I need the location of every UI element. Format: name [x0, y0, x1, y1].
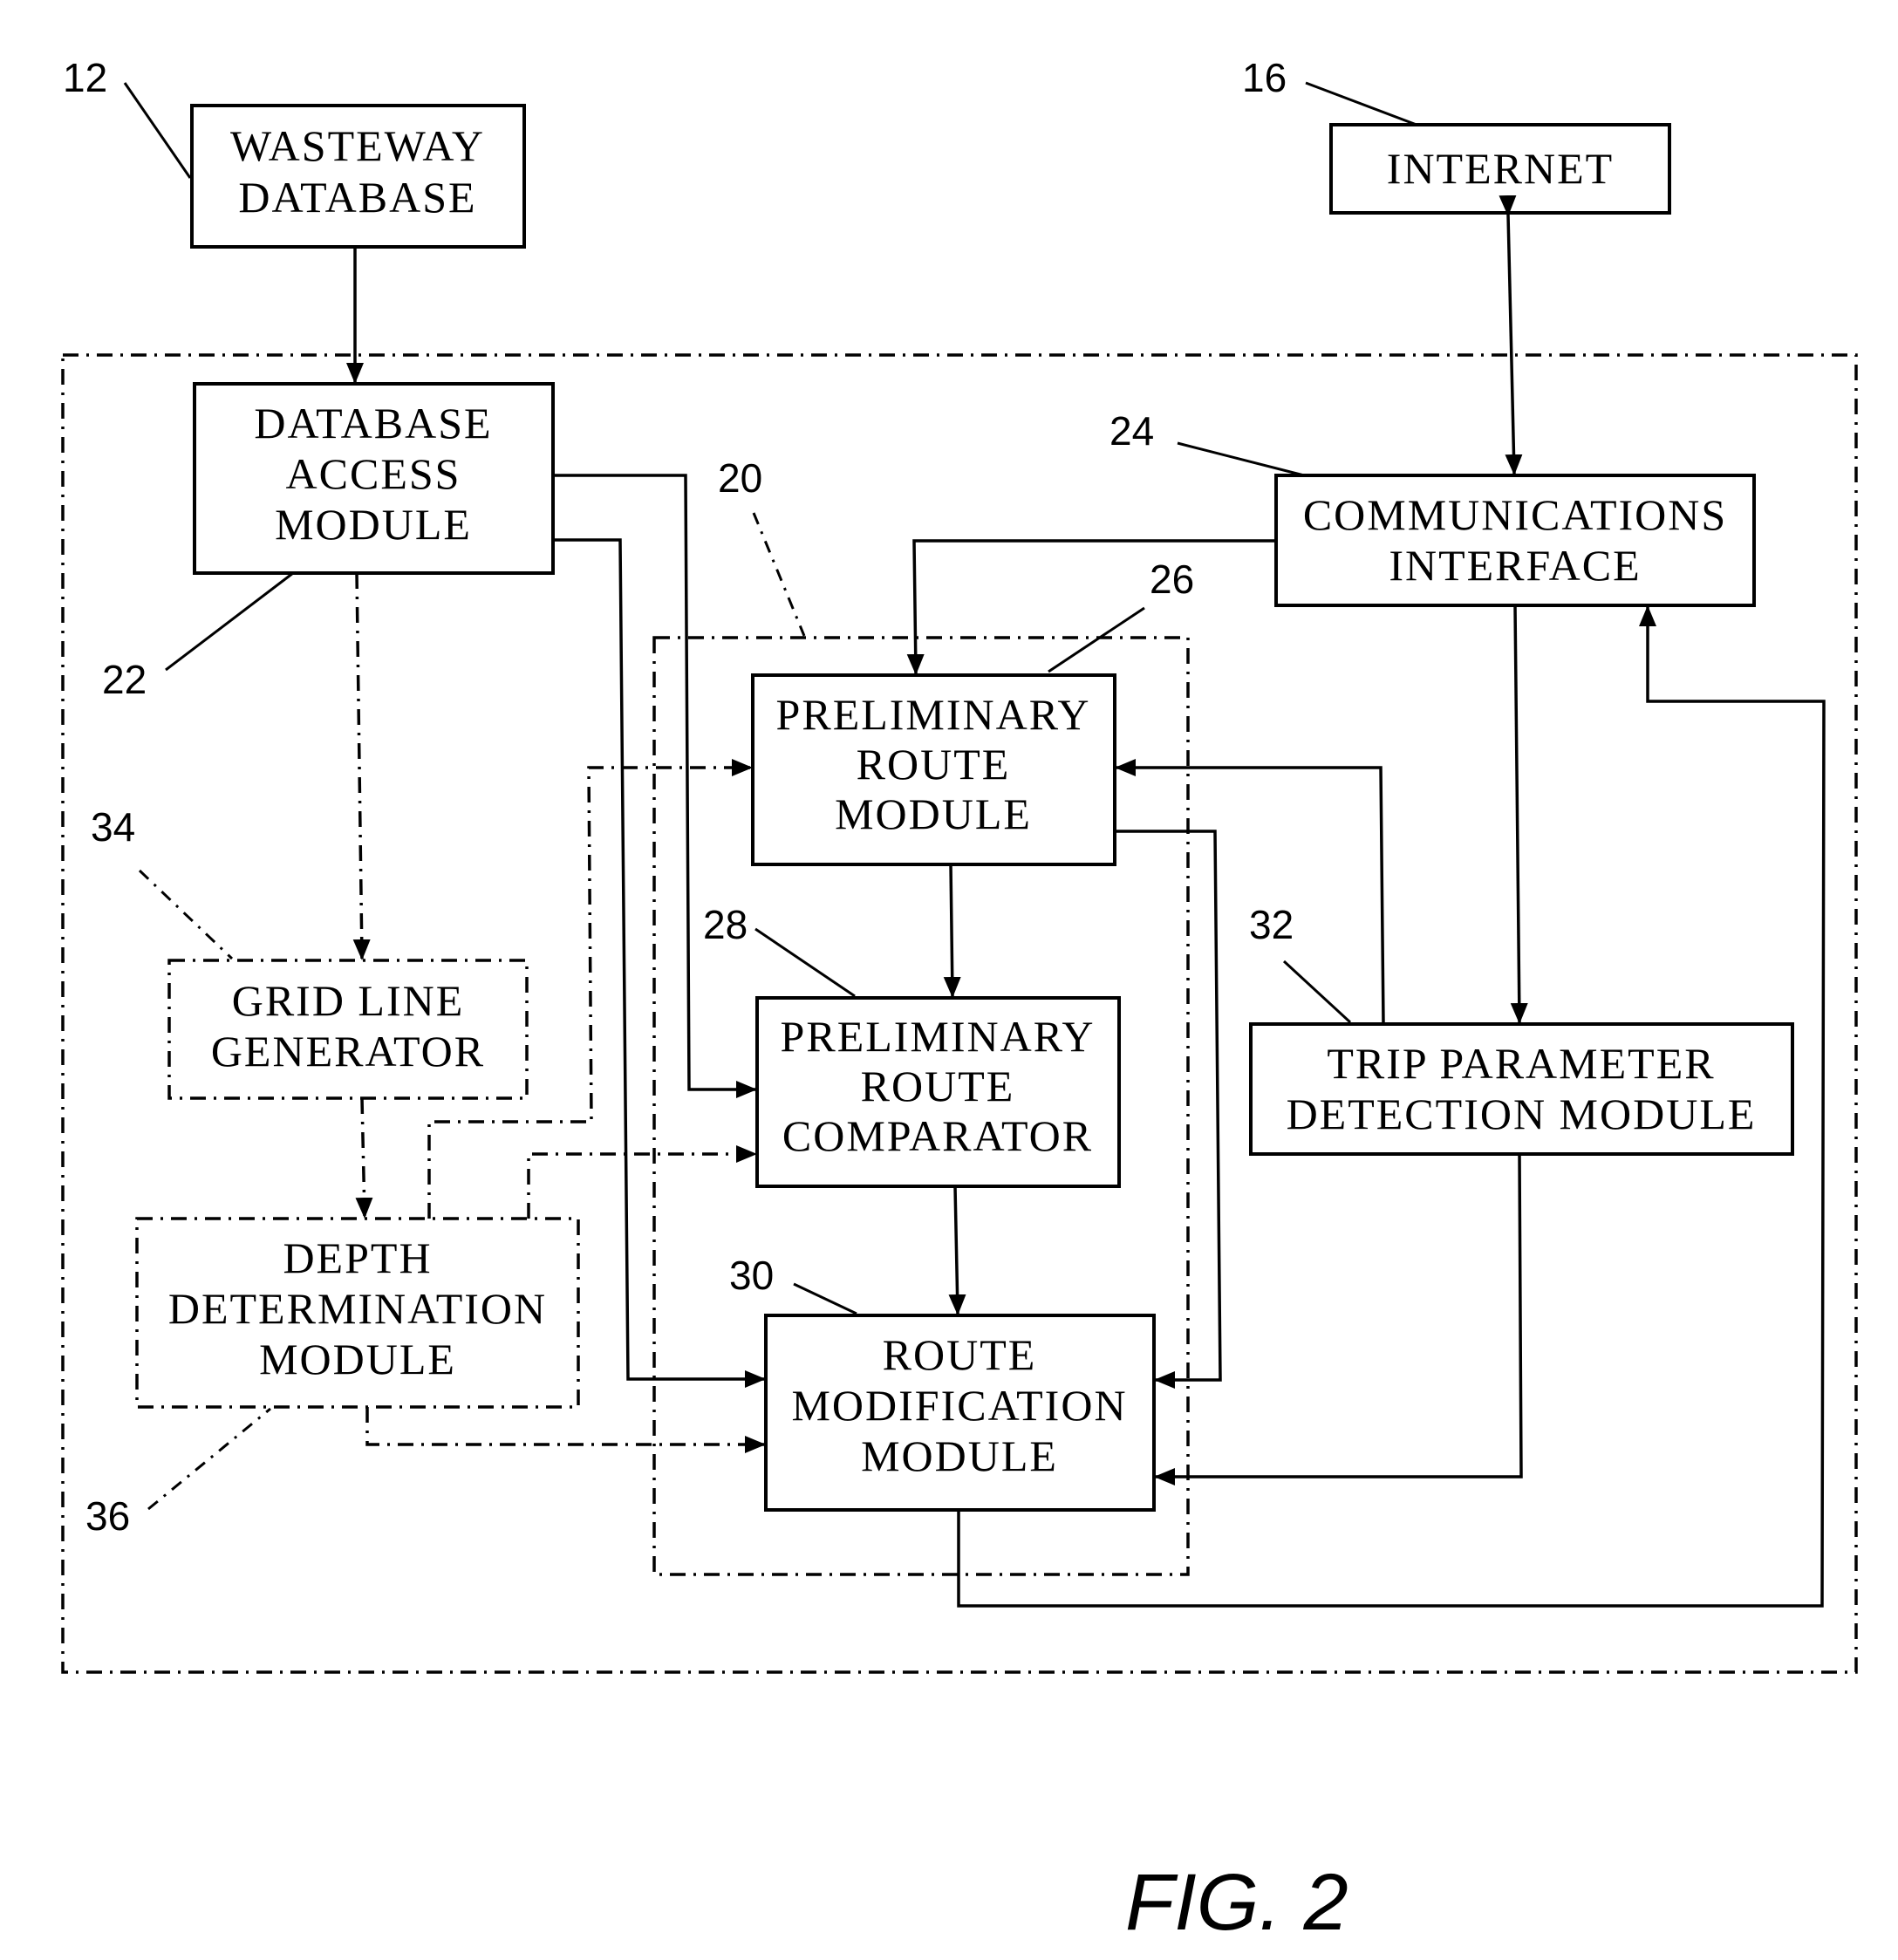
grid-to-depth-arrow	[355, 1097, 373, 1219]
preliminary-route-comparator-line-1: PRELIMINARY	[781, 1012, 1096, 1061]
ref-24: 24	[1109, 408, 1154, 454]
database-access-line-1: DATABASE	[254, 399, 492, 447]
internet-comm-bidirectional-arrow	[1499, 195, 1523, 475]
grid-line-generator-line-2: GENERATOR	[211, 1027, 485, 1076]
comm-to-prm-connector	[906, 539, 1276, 675]
prm-to-prc-arrow	[943, 864, 961, 998]
wasteway-database-line-2: DATABASE	[238, 173, 476, 222]
preliminary-route-module-block[interactable]: PRELIMINARY ROUTE MODULE	[751, 673, 1116, 866]
internet-label: INTERNET	[1387, 144, 1614, 193]
ref-30: 30	[729, 1253, 774, 1298]
ref-36-leader	[147, 1407, 271, 1511]
ref-36: 36	[85, 1493, 130, 1539]
ref-34-leader	[138, 869, 234, 960]
trip-parameter-line-1: TRIP PARAMETER	[1327, 1039, 1715, 1088]
database-access-line-2: ACCESS	[286, 449, 461, 498]
figure-caption: FIG. 2	[1125, 1858, 1348, 1947]
grid-line-generator-block[interactable]: GRID LINE GENERATOR	[167, 959, 529, 1100]
ref-30-leader	[793, 1282, 857, 1315]
preliminary-route-module-line-2: ROUTE	[857, 740, 1011, 789]
grid-line-generator-line-1: GRID LINE	[232, 976, 465, 1025]
preliminary-route-comparator-line-2: ROUTE	[861, 1062, 1015, 1110]
trip-parameter-detection-module-block[interactable]: TRIP PARAMETER DETECTION MODULE	[1249, 1022, 1794, 1156]
preliminary-route-comparator-line-3: COMPARATOR	[782, 1111, 1093, 1160]
preliminary-route-module-line-3: MODULE	[835, 789, 1032, 838]
preliminary-route-module-line-1: PRELIMINARY	[776, 690, 1091, 739]
ref-16: 16	[1242, 55, 1287, 100]
dam-to-grid-arrow	[352, 572, 371, 960]
depth-to-prc-connector	[527, 1145, 757, 1219]
ref-32-leader	[1282, 960, 1352, 1024]
ref-24-leader	[1177, 441, 1305, 477]
depth-to-prm-connector	[427, 759, 753, 1219]
ref-32: 32	[1249, 902, 1294, 947]
route-modification-line-2: MODIFICATION	[791, 1381, 1127, 1430]
ref-26-leader	[1048, 606, 1145, 673]
route-modification-line-3: MODULE	[861, 1431, 1058, 1480]
prm-to-rmm-connector	[1115, 830, 1222, 1389]
depth-to-rmm-connector	[365, 1407, 766, 1453]
ref-22: 22	[102, 657, 147, 702]
ref-28: 28	[703, 902, 748, 947]
ref-16-leader	[1305, 81, 1417, 126]
communications-interface-line-1: COMMUNICATIONS	[1303, 490, 1727, 539]
wasteway-database-block[interactable]: WASTEWAY DATABASE	[190, 104, 526, 249]
trip-parameter-line-2: DETECTION MODULE	[1287, 1089, 1757, 1138]
database-access-module-block[interactable]: DATABASE ACCESS MODULE	[193, 382, 555, 575]
route-modification-line-1: ROUTE	[883, 1330, 1037, 1379]
trip-to-rmm-connector	[1154, 1153, 1523, 1485]
communications-interface-line-2: INTERFACE	[1389, 541, 1641, 590]
database-access-line-3: MODULE	[275, 500, 472, 549]
communications-interface-block[interactable]: COMMUNICATIONS INTERFACE	[1274, 474, 1756, 607]
trip-to-prm-connector	[1115, 759, 1385, 1025]
depth-determination-line-3: MODULE	[259, 1335, 456, 1383]
comm-to-trip-connector	[1510, 604, 1528, 1024]
ref-34: 34	[91, 804, 135, 850]
route-modification-module-block[interactable]: ROUTE MODIFICATION MODULE	[764, 1314, 1156, 1512]
block-diagram: WASTEWAY DATABASE INTERNET DATABASE ACCE…	[61, 55, 1858, 1947]
preliminary-route-comparator-block[interactable]: PRELIMINARY ROUTE COMPARATOR	[755, 996, 1121, 1188]
ref-28-leader	[754, 927, 856, 998]
ref-20: 20	[718, 455, 762, 501]
depth-determination-line-2: DETERMINATION	[168, 1284, 547, 1333]
ref-26: 26	[1150, 557, 1194, 602]
ref-12: 12	[63, 55, 107, 100]
depth-determination-module-block[interactable]: DEPTH DETERMINATION MODULE	[135, 1217, 580, 1409]
internet-block[interactable]: INTERNET	[1329, 123, 1671, 215]
wasteway-database-line-1: WASTEWAY	[230, 121, 485, 170]
ref-22-leader	[165, 571, 294, 672]
prc-to-rmm-arrow	[948, 1185, 966, 1315]
ref-12-leader	[123, 82, 192, 179]
ref-20-leader	[752, 512, 806, 637]
depth-determination-line-1: DEPTH	[283, 1233, 432, 1282]
